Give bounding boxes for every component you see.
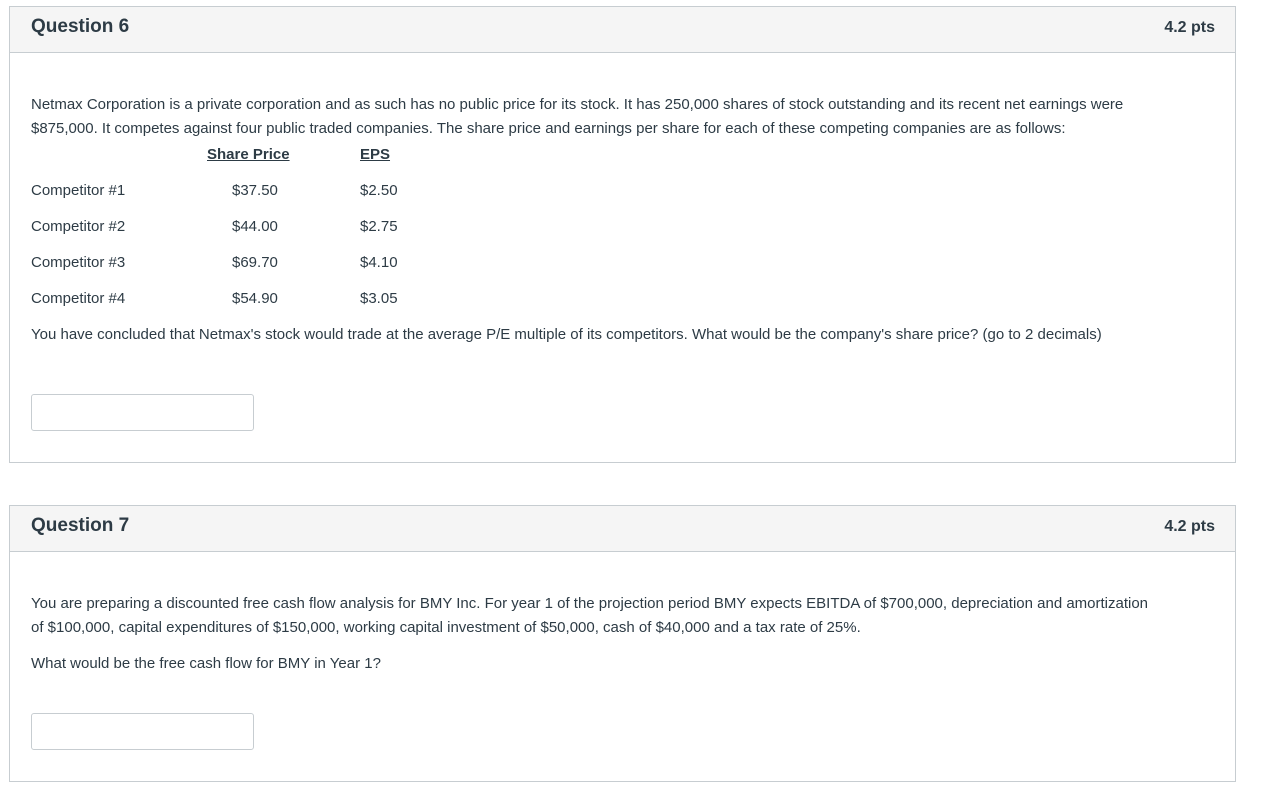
column-header-eps: EPS (360, 146, 391, 163)
table-row: Competitor #4 $54.90 $3.05 (31, 287, 1214, 323)
question-7-card: Question 7 4.2 pts You are preparing a d… (9, 505, 1236, 782)
answer-input[interactable] (31, 713, 254, 750)
question-header: Question 6 4.2 pts (10, 7, 1235, 53)
question-prompt: You have concluded that Netmax's stock w… (31, 326, 1102, 343)
answer-input[interactable] (31, 394, 254, 431)
eps-cell: $4.10 (360, 254, 398, 271)
question-points: 4.2 pts (1164, 19, 1215, 36)
question-6-card: Question 6 4.2 pts Netmax Corporation is… (9, 6, 1236, 463)
question-points: 4.2 pts (1164, 518, 1215, 535)
table-header-row: Share Price EPS (31, 143, 1214, 179)
column-header-share-price: Share Price (207, 146, 290, 163)
table-row: Competitor #3 $69.70 $4.10 (31, 251, 1214, 287)
table-row: Competitor #1 $37.50 $2.50 (31, 179, 1214, 215)
question-header: Question 7 4.2 pts (10, 506, 1235, 552)
question-text-line: Netmax Corporation is a private corporat… (31, 96, 1124, 113)
eps-cell: $2.75 (360, 218, 398, 235)
question-text-line: $875,000. It competes against four publi… (31, 120, 1066, 137)
question-text-line: of $100,000, capital expenditures of $15… (31, 619, 861, 636)
question-text-line: You are preparing a discounted free cash… (31, 595, 1149, 612)
eps-cell: $3.05 (360, 290, 398, 307)
share-price-cell: $54.90 (232, 290, 278, 307)
share-price-cell: $44.00 (232, 218, 278, 235)
question-body: You are preparing a discounted free cash… (10, 552, 1235, 676)
share-price-cell: $37.50 (232, 182, 278, 199)
competitor-name: Competitor #3 (31, 254, 126, 271)
table-row: Competitor #2 $44.00 $2.75 (31, 215, 1214, 251)
competitor-name: Competitor #1 (31, 182, 126, 199)
competitor-name: Competitor #2 (31, 218, 126, 235)
question-body: Netmax Corporation is a private corporat… (10, 53, 1235, 347)
share-price-cell: $69.70 (232, 254, 278, 271)
competitor-name: Competitor #4 (31, 290, 126, 307)
question-title: Question 7 (31, 515, 130, 536)
question-prompt: What would be the free cash flow for BMY… (31, 655, 381, 672)
eps-cell: $2.50 (360, 182, 398, 199)
question-title: Question 6 (31, 16, 130, 37)
